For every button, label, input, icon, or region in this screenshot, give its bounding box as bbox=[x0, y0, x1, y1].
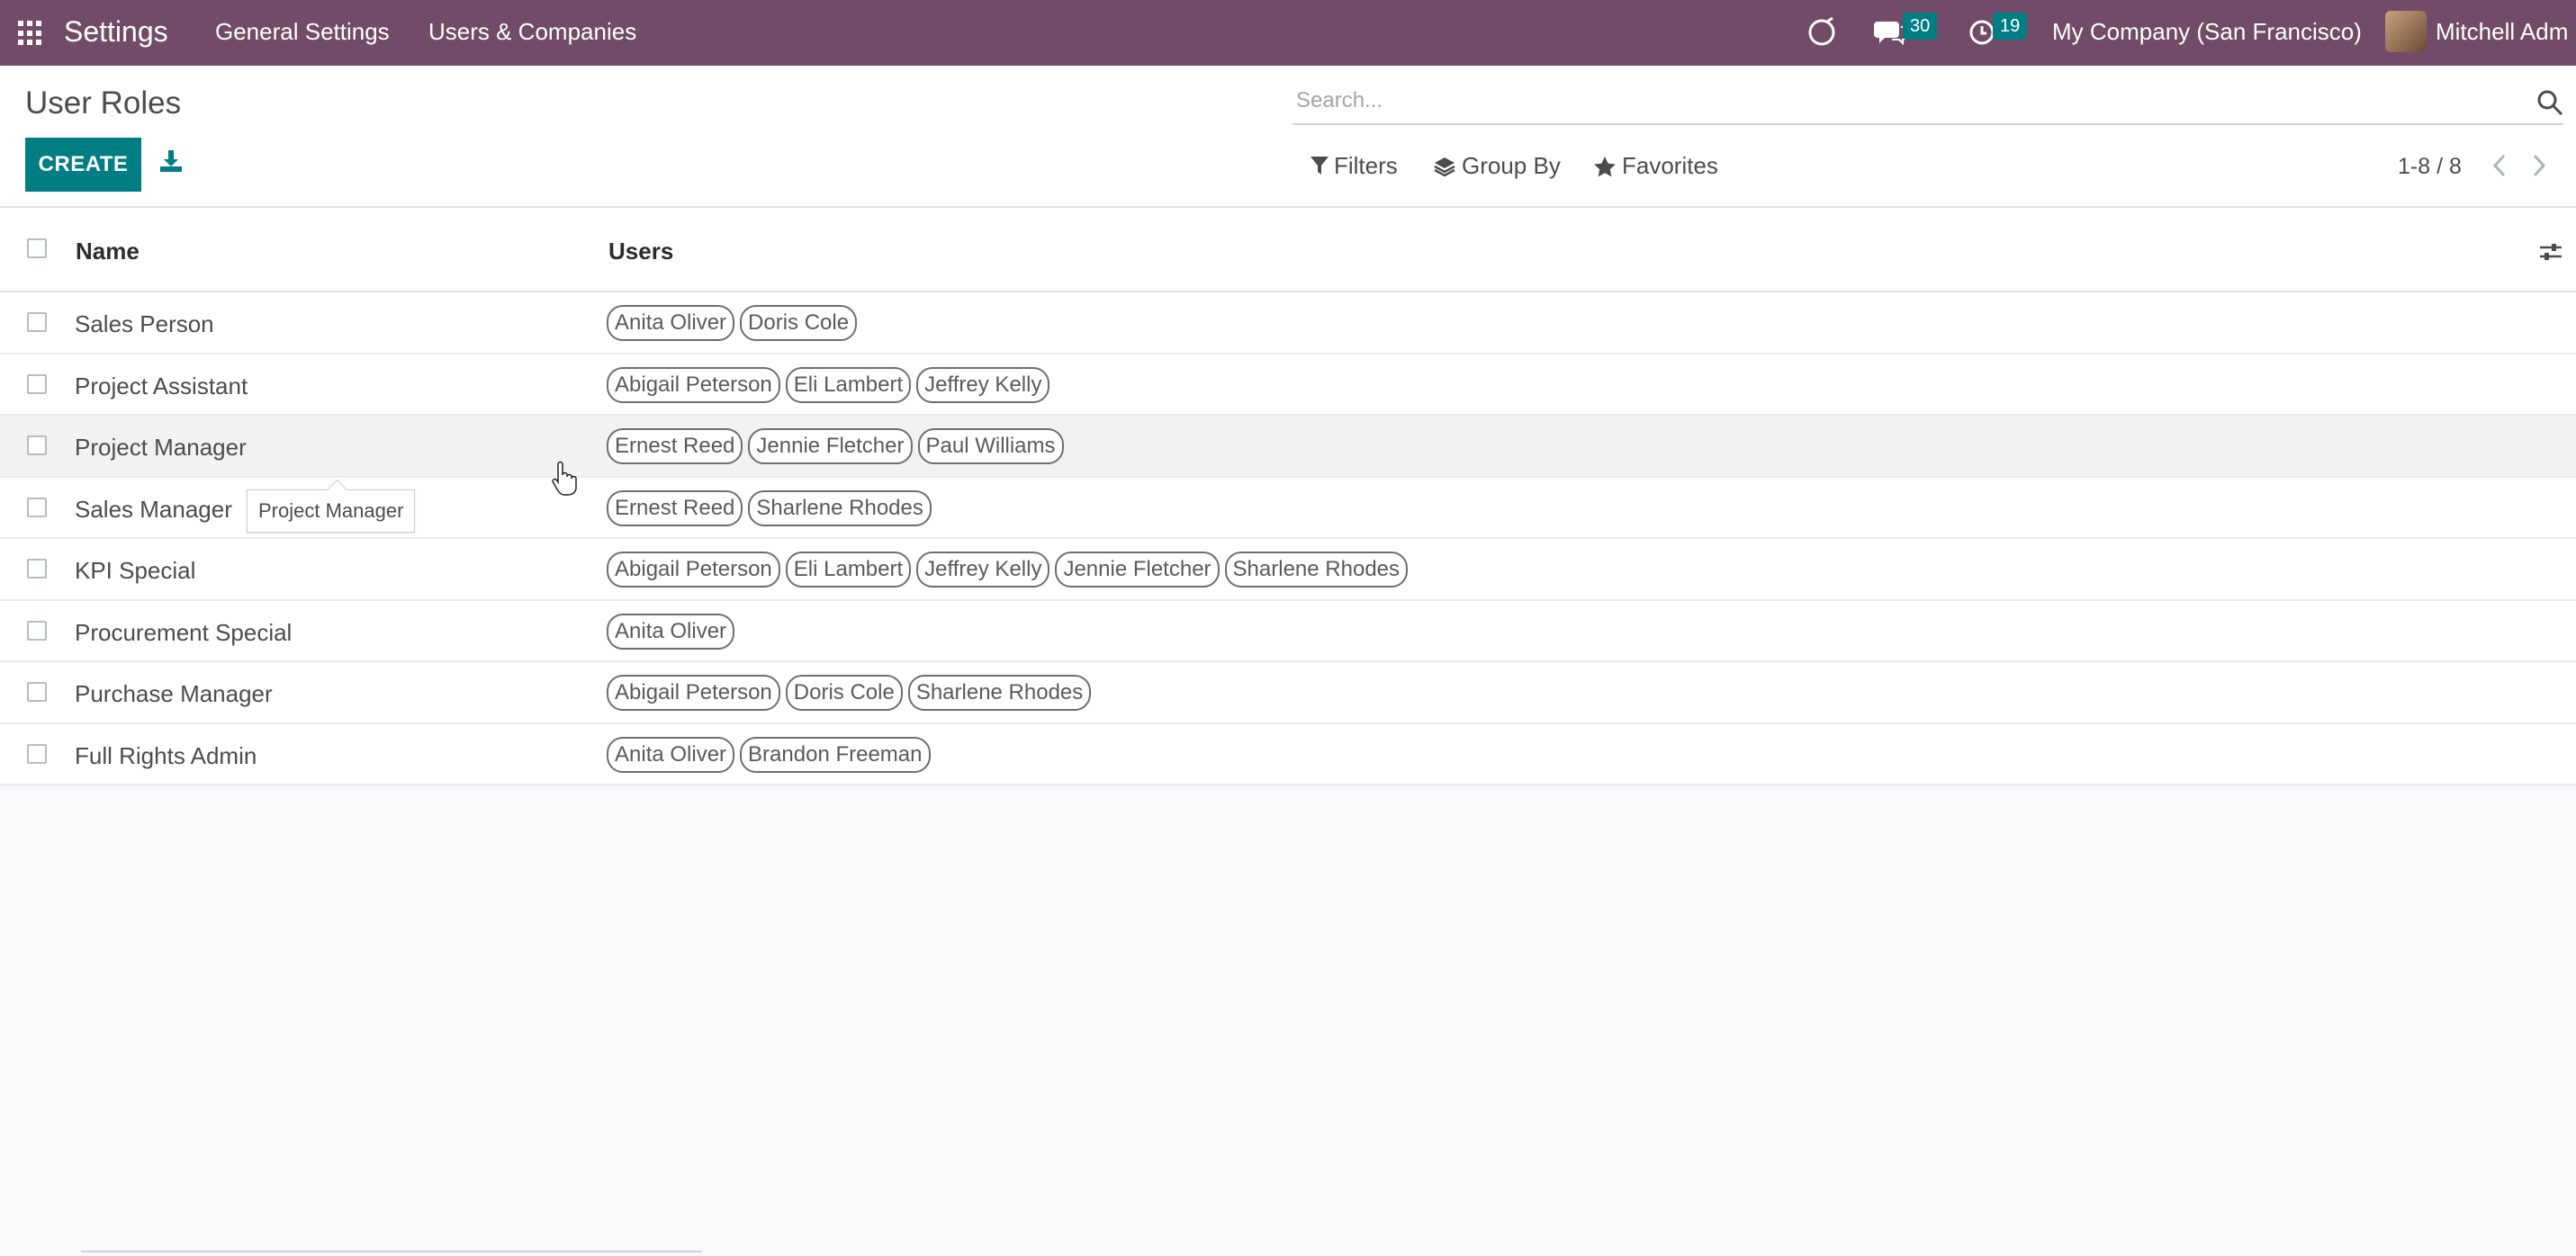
user-tag: Brandon Freeman bbox=[740, 736, 931, 773]
user-tag: Paul Williams bbox=[917, 428, 1064, 464]
role-name: Project Assistant bbox=[75, 372, 248, 399]
role-name: Purchase Manager bbox=[75, 680, 273, 707]
app-brand[interactable]: Settings bbox=[64, 15, 168, 49]
company-switcher[interactable]: My Company (San Francisco) bbox=[2052, 18, 2362, 46]
messages-count-badge: 30 bbox=[1903, 13, 1938, 40]
row-checkbox[interactable] bbox=[27, 682, 47, 702]
avatar[interactable] bbox=[2385, 11, 2427, 52]
table-row[interactable]: Purchase Manager Abigail Peterson Doris Co… bbox=[0, 662, 2576, 724]
role-name: Procurement Special bbox=[75, 618, 293, 646]
filters-label: Filters bbox=[1334, 152, 1398, 179]
role-name: KPI Special bbox=[75, 557, 196, 584]
debug-bug-icon[interactable] bbox=[1806, 13, 1838, 52]
filter-icon bbox=[1311, 156, 1329, 175]
chevron-left-icon[interactable] bbox=[2488, 152, 2511, 179]
row-checkbox[interactable] bbox=[27, 435, 47, 455]
role-name: Full Rights Admin bbox=[75, 741, 257, 769]
user-tag: Anita Oliver bbox=[607, 305, 735, 341]
role-name: Sales Person bbox=[75, 310, 214, 337]
messages-menu[interactable]: 30 bbox=[1874, 13, 1938, 52]
optional-columns-icon[interactable] bbox=[2538, 240, 2563, 264]
favorites-button[interactable]: Favorites bbox=[1593, 152, 1718, 180]
users-tags: Abigail Peterson Doris Cole Sharlene Rhode… bbox=[607, 675, 1092, 711]
users-tags: Abigail Peterson Eli Lambert Jeffrey Kelly bbox=[607, 366, 1050, 403]
groupby-label: Group By bbox=[1462, 152, 1561, 179]
select-all-checkbox[interactable] bbox=[27, 238, 47, 258]
table-row[interactable]: Full Rights Admin Anita Oliver Brandon Fre… bbox=[0, 724, 2576, 785]
user-tag: Sharlene Rhodes bbox=[1224, 552, 1409, 588]
hand-cursor-icon bbox=[552, 461, 577, 496]
search-bar bbox=[1293, 78, 2563, 125]
table-row[interactable]: Project Assistant Abigail Peterson Eli Lam… bbox=[0, 354, 2576, 416]
user-tag: Jeffrey Kelly bbox=[916, 366, 1050, 403]
row-checkbox[interactable] bbox=[27, 743, 47, 764]
user-tag: Doris Cole bbox=[785, 675, 903, 711]
user-tag: Sharlene Rhodes bbox=[907, 675, 1092, 711]
user-tag: Ernest Reed bbox=[607, 428, 743, 464]
users-tags: Abigail Peterson Eli Lambert Jeffrey Kelly… bbox=[607, 552, 1409, 588]
apps-menu-icon[interactable] bbox=[18, 21, 43, 46]
user-tag: Doris Cole bbox=[740, 305, 858, 341]
column-header-users[interactable]: Users bbox=[608, 238, 673, 265]
row-checkbox[interactable] bbox=[27, 559, 47, 579]
menu-users-companies[interactable]: Users & Companies bbox=[428, 18, 636, 46]
user-tag: Ernest Reed bbox=[607, 489, 743, 526]
user-tag: Sharlene Rhodes bbox=[748, 489, 932, 526]
tooltip: Project Manager bbox=[247, 489, 416, 533]
user-tag: Eli Lambert bbox=[785, 366, 912, 403]
user-tag: Abigail Peterson bbox=[607, 552, 780, 588]
row-checkbox[interactable] bbox=[27, 497, 47, 517]
table-row[interactable]: Project Manager Ernest Reed Jennie Fletche… bbox=[0, 416, 2576, 478]
users-tags: Ernest Reed Sharlene Rhodes bbox=[607, 489, 932, 526]
star-icon bbox=[1594, 156, 1616, 176]
user-tag: Anita Oliver bbox=[607, 613, 735, 650]
column-header-name[interactable]: Name bbox=[76, 238, 140, 265]
users-tags: Ernest Reed Jennie Fletcher Paul Williams bbox=[607, 428, 1064, 464]
table-row[interactable]: Sales Person Anita Oliver Doris Cole bbox=[0, 292, 2576, 354]
user-tag: Abigail Peterson bbox=[607, 675, 780, 711]
control-panel: User Roles CREATE Filters Group By Favor… bbox=[0, 66, 2576, 208]
search-icon[interactable] bbox=[2536, 89, 2563, 116]
scrollbar-track[interactable] bbox=[81, 1251, 702, 1252]
role-name: Sales Manager bbox=[75, 495, 232, 523]
user-tag: Eli Lambert bbox=[785, 552, 912, 588]
download-icon[interactable] bbox=[158, 148, 184, 174]
favorites-label: Favorites bbox=[1622, 152, 1718, 179]
users-tags: Anita Oliver Brandon Freeman bbox=[607, 736, 931, 773]
activities-menu[interactable]: 19 bbox=[1968, 13, 2031, 52]
create-button[interactable]: CREATE bbox=[25, 138, 141, 192]
search-input[interactable] bbox=[1293, 88, 2508, 113]
list-header: Name Users bbox=[0, 208, 2576, 292]
user-tag: Abigail Peterson bbox=[607, 366, 780, 403]
chevron-right-icon[interactable] bbox=[2527, 152, 2551, 179]
pager-value[interactable]: 1-8 / 8 bbox=[2398, 154, 2462, 180]
user-tag: Anita Oliver bbox=[607, 736, 735, 773]
table-row[interactable]: KPI Special Abigail Peterson Eli Lambert Je… bbox=[0, 539, 2576, 601]
layers-icon bbox=[1434, 157, 1455, 176]
groupby-button[interactable]: Group By bbox=[1433, 152, 1561, 180]
page-title: User Roles bbox=[25, 85, 182, 121]
top-navbar: Settings General Settings Users & Compan… bbox=[0, 0, 2576, 66]
filters-button[interactable]: Filters bbox=[1311, 152, 1398, 180]
row-checkbox[interactable] bbox=[27, 373, 47, 394]
user-tag: Jennie Fletcher bbox=[1055, 552, 1220, 588]
user-tag: Jeffrey Kelly bbox=[916, 552, 1050, 588]
users-tags: Anita Oliver bbox=[607, 613, 735, 650]
chat-icon bbox=[1874, 22, 1906, 46]
row-checkbox[interactable] bbox=[27, 312, 47, 332]
activities-count-badge: 19 bbox=[1993, 13, 2028, 40]
menu-general-settings[interactable]: General Settings bbox=[215, 18, 390, 46]
user-menu[interactable]: Mitchell Adm bbox=[2436, 18, 2568, 46]
role-name: Project Manager bbox=[75, 434, 247, 461]
row-checkbox[interactable] bbox=[27, 620, 47, 641]
user-tag: Jennie Fletcher bbox=[748, 428, 913, 464]
table-row[interactable]: Procurement Special Anita Oliver bbox=[0, 601, 2576, 662]
users-tags: Anita Oliver Doris Cole bbox=[607, 305, 858, 341]
